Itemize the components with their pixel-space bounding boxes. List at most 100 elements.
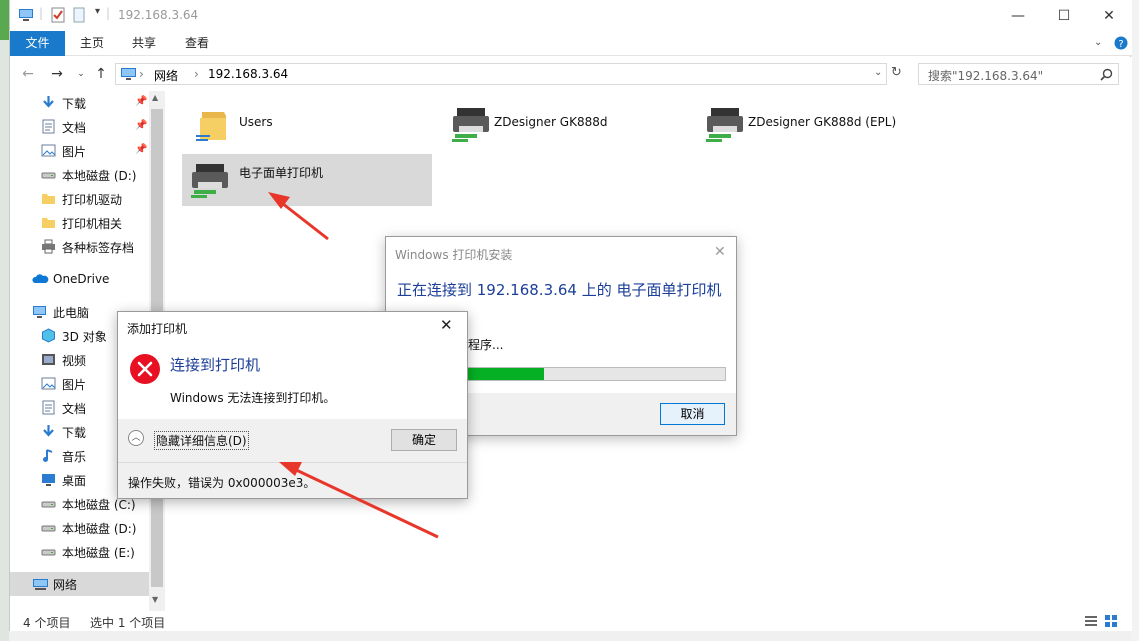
error-icon [130, 354, 160, 384]
drive-icon [41, 167, 56, 182]
tab-file[interactable]: 文件 [10, 31, 65, 56]
item-label: ZDesigner GK888d [494, 115, 608, 129]
address-segment-host[interactable]: 192.168.3.64 [208, 67, 288, 81]
address-dropdown-icon[interactable]: ⌄ [874, 67, 882, 78]
add-printer-error-dialog: 添加打印机 ✕ 连接到打印机 Windows 无法连接到打印机。 ︿ 隐藏详细信… [117, 311, 468, 499]
install-heading: 正在连接到 192.168.3.64 上的 电子面单打印机 [397, 281, 722, 299]
error-message: Windows 无法连接到打印机。 [170, 391, 336, 405]
printer-icon [41, 239, 56, 254]
up-arrow-icon[interactable]: ↑ [92, 65, 110, 83]
recent-locations-icon[interactable]: ⌄ [72, 65, 90, 83]
sidebar-item-quick-1[interactable]: 文档 📌 [10, 115, 150, 139]
download-icon [41, 95, 56, 110]
sidebar-item-label: 本地磁盘 (D:) [62, 522, 137, 536]
maximize-button[interactable]: ☐ [1041, 0, 1087, 31]
refresh-icon[interactable]: ↻ [891, 65, 902, 80]
item-label: ZDesigner GK888d (EPL) [748, 115, 897, 129]
minimize-button[interactable]: — [995, 0, 1041, 31]
error-heading: 连接到打印机 [170, 356, 261, 374]
title-divider: | [39, 6, 44, 20]
address-bar[interactable]: › 网络 › 192.168.3.64 ⌄ [115, 63, 887, 85]
sidebar-item-label: 打印机相关 [62, 217, 123, 231]
status-bar: 4 个项目 选中 1 个项目 [10, 611, 1132, 631]
sidebar-item-label: 网络 [53, 578, 78, 592]
hide-details-toggle[interactable]: 隐藏详细信息(D) [154, 431, 249, 450]
search-icon[interactable] [1100, 68, 1113, 81]
download-icon [41, 424, 56, 439]
sidebar-item-quick-3[interactable]: 本地磁盘 (D:) [10, 163, 150, 187]
pin-icon: 📌 [135, 120, 148, 131]
background-left [0, 0, 9, 641]
back-arrow-icon[interactable]: ← [19, 65, 37, 83]
item-zdesigner-gk888d[interactable]: ZDesigner GK888d [437, 98, 687, 150]
collapse-details-icon[interactable]: ︿ [128, 430, 144, 446]
details-view-icon[interactable] [1084, 614, 1098, 628]
network-printer-icon [191, 164, 228, 198]
new-folder-icon[interactable] [73, 7, 85, 23]
sidebar-item-label: 下载 [62, 97, 87, 111]
forward-arrow-icon[interactable]: → [48, 65, 66, 83]
navigation-bar: ← → ⌄ ↑ › 网络 › 192.168.3.64 ⌄ ↻ 搜索"192.1… [10, 57, 1132, 91]
sidebar-item-quick-4[interactable]: 打印机驱动 [10, 187, 150, 211]
window-title: 192.168.3.64 [118, 8, 199, 22]
sidebar-item-quick-2[interactable]: 图片 📌 [10, 139, 150, 163]
onedrive-icon [32, 272, 49, 287]
folder-icon [41, 191, 56, 206]
scroll-up-icon[interactable]: ▲ [152, 93, 158, 102]
pin-icon: 📌 [135, 96, 148, 107]
tab-view[interactable]: 查看 [171, 31, 223, 56]
install-progress-bar [466, 367, 726, 381]
sidebar-item-label: 下载 [62, 426, 87, 440]
sidebar-item-label: 文档 [62, 121, 87, 135]
item-electronic-waybill-printer[interactable]: 电子面单打印机 [182, 154, 432, 206]
ribbon-expand-icon[interactable]: ⌄ [1094, 37, 1102, 48]
install-close-button[interactable]: ✕ [714, 244, 726, 260]
item-users[interactable]: Users [182, 98, 432, 150]
computer-icon [19, 9, 33, 21]
sidebar-item-quick-0[interactable]: 下载 📌 [10, 91, 150, 115]
drive-icon [41, 520, 56, 535]
ok-button[interactable]: 确定 [391, 429, 457, 451]
large-icons-view-icon[interactable] [1104, 614, 1118, 628]
install-progress-fill [467, 368, 544, 380]
selection-count: 选中 1 个项目 [90, 616, 166, 630]
sidebar-item-label: 桌面 [62, 474, 87, 488]
dialog-title: Windows 打印机安装 [395, 248, 513, 262]
tab-home[interactable]: 主页 [66, 31, 118, 56]
item-label: Users [239, 115, 273, 129]
sidebar-item-quick-5[interactable]: 打印机相关 [10, 211, 150, 235]
error-detail-text: 操作失败，错误为 0x000003e3。 [128, 476, 316, 490]
shared-folder-icon [196, 112, 226, 141]
drive-icon [41, 544, 56, 559]
ribbon-tabs: 文件 主页 共享 查看 ⌄ ? [10, 31, 1132, 56]
item-zdesigner-gk888d-epl[interactable]: ZDesigner GK888d (EPL) [691, 98, 941, 150]
search-input[interactable]: 搜索"192.168.3.64" [918, 63, 1119, 85]
sidebar-item-label: 本地磁盘 (D:) [62, 169, 137, 183]
background-bottom [9, 631, 1131, 641]
sidebar-item-label: 图片 [62, 145, 87, 159]
quick-access-dropdown-icon[interactable]: ▾ [95, 6, 100, 17]
sidebar-item-pc-9[interactable]: 本地磁盘 (E:) [10, 540, 150, 564]
sidebar-item-label: 打印机驱动 [62, 193, 123, 207]
svg-text:?: ? [1118, 39, 1123, 50]
properties-icon[interactable] [51, 7, 65, 23]
pictures-icon [41, 143, 56, 158]
sidebar-item-label: 3D 对象 [62, 330, 107, 344]
sidebar-item-label: 音乐 [62, 450, 87, 464]
scroll-down-icon[interactable]: ▼ [152, 595, 158, 604]
error-close-button[interactable]: ✕ [440, 316, 453, 334]
tab-share[interactable]: 共享 [118, 31, 170, 56]
pictures-icon [41, 376, 56, 391]
sidebar-item-onedrive[interactable]: OneDrive [10, 268, 150, 292]
close-button[interactable]: ✕ [1086, 0, 1132, 31]
pc-icon [32, 304, 47, 319]
address-segment-network[interactable]: 网络 [154, 67, 178, 84]
help-icon[interactable]: ? [1114, 36, 1128, 50]
network-printer-icon [452, 108, 489, 142]
sidebar-item-network[interactable]: 网络 [10, 572, 149, 596]
sidebar-item-quick-6[interactable]: 各种标签存档 [10, 235, 150, 259]
item-count: 4 个项目 [23, 616, 71, 630]
sidebar-item-pc-8[interactable]: 本地磁盘 (D:) [10, 516, 150, 540]
cancel-button[interactable]: 取消 [660, 403, 725, 425]
desktop-icon [41, 472, 56, 487]
